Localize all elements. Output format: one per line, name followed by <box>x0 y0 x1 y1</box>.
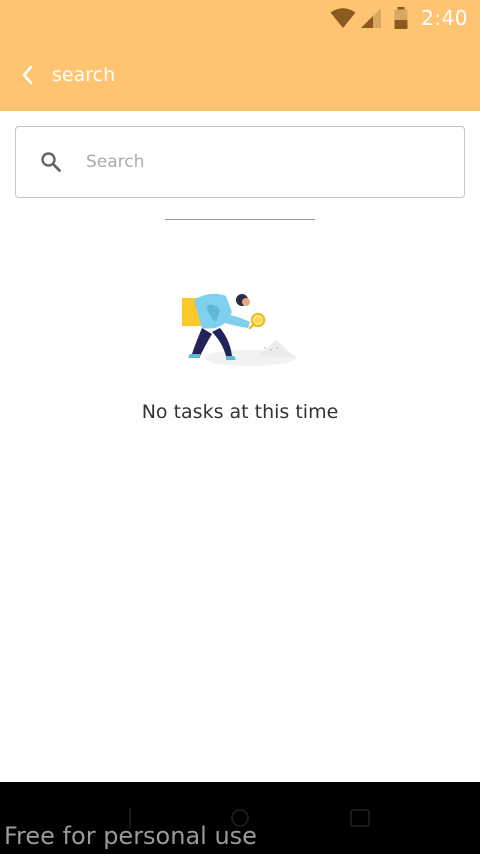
page-title: search <box>52 64 116 86</box>
wifi-icon <box>330 8 356 28</box>
status-bar: 2:40 <box>0 0 480 37</box>
watermark-text: Free for personal use <box>4 822 257 850</box>
divider <box>165 219 315 220</box>
search-input[interactable] <box>86 141 446 183</box>
status-icons: 2:40 <box>330 5 468 31</box>
chevron-left-icon <box>22 65 33 85</box>
status-clock: 2:40 <box>421 6 468 30</box>
battery-icon <box>394 7 408 29</box>
search-box[interactable] <box>15 126 465 198</box>
app-header: 2:40 search <box>0 0 480 111</box>
recents-nav-icon[interactable] <box>346 804 374 832</box>
toolbar: search <box>0 55 480 95</box>
empty-state-message: No tasks at this time <box>141 401 339 423</box>
back-button[interactable] <box>12 59 44 91</box>
search-icon <box>41 152 61 172</box>
searching-person-illustration <box>182 293 296 366</box>
cellular-signal-icon <box>361 8 382 28</box>
